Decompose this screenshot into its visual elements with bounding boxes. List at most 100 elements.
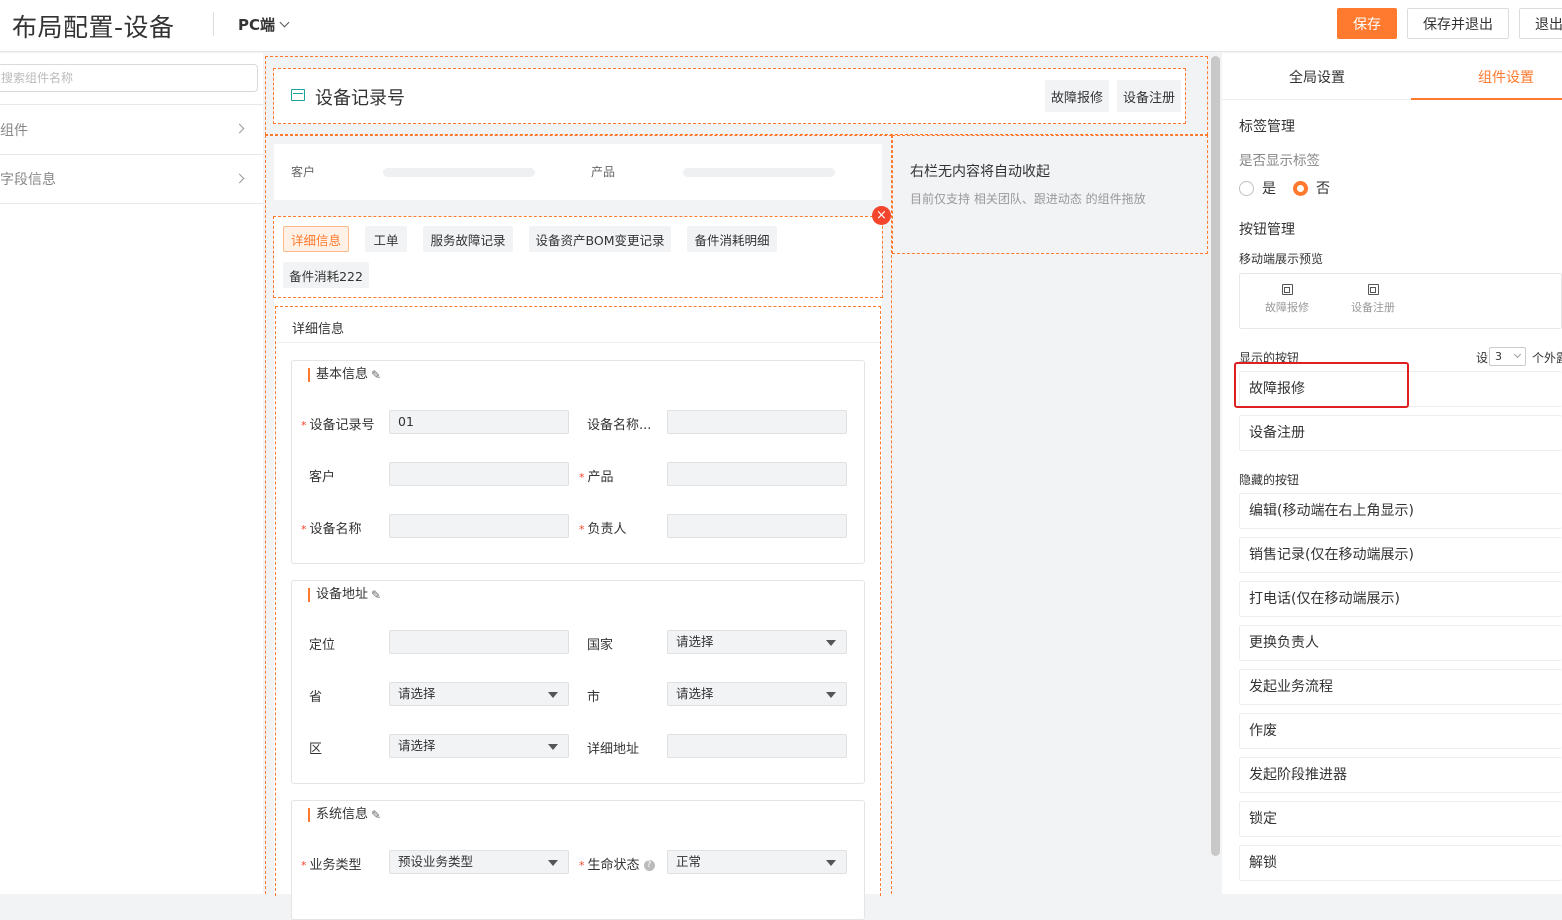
component-sidebar: 组件 字段信息 (0, 53, 263, 894)
mobile-preview-box: 故障报修 设备注册 (1239, 273, 1562, 329)
edit-icon[interactable]: ✎ (371, 808, 381, 822)
hidden-button-item[interactable]: 编辑(移动端在右上角显示) (1239, 493, 1562, 529)
dropdown-arrow-icon (826, 640, 836, 646)
business-type-select[interactable]: 预设业务类型 (389, 850, 569, 874)
tabs-component[interactable]: × 详细信息 工单 服务故障记录 设备资产BOM变更记录 备件消耗明细 备件消耗… (273, 206, 891, 920)
show-tag-question: 是否显示标签 (1239, 153, 1320, 169)
save-exit-button[interactable]: 保存并退出 (1407, 8, 1509, 39)
summary-card[interactable]: 客户 产品 (274, 144, 882, 200)
edit-icon[interactable]: ✎ (371, 368, 381, 382)
detail-label: 详细信息 (292, 322, 345, 337)
section-system-info[interactable]: 系统信息 ✎ * 业务类型 预设业务类型 * 生命状态? 正常 (291, 800, 865, 920)
external-label: 个外露 (1532, 351, 1562, 365)
section-title: 基本信息 (308, 368, 368, 382)
help-icon: ? (643, 860, 655, 871)
save-button[interactable]: 保存 (1337, 8, 1397, 39)
dropdown-arrow-icon (548, 744, 558, 750)
field-input[interactable] (389, 462, 569, 486)
life-status-select[interactable]: 正常 (667, 850, 847, 874)
button-management-heading: 按钮管理 (1239, 222, 1295, 238)
field-input[interactable] (389, 630, 569, 654)
settings-panel: 全局设置 组件设置 标签管理 是否显示标签 是 否 按钮管理 移动端展示预览 故… (1222, 53, 1562, 894)
detail-divider (276, 342, 880, 343)
summary-label-customer: 客户 (291, 165, 316, 179)
shown-button-item[interactable]: 设备注册 (1239, 415, 1562, 451)
hidden-button-item[interactable]: 销售记录(仅在移动端展示) (1239, 537, 1562, 573)
tab-parts-222[interactable]: 备件消耗222 (283, 262, 369, 288)
field-label: 定位 (309, 638, 336, 653)
sidebar-item-components[interactable]: 组件 (0, 104, 263, 154)
preview-device-register[interactable]: 设备注册 (1343, 284, 1403, 315)
tab-component-settings[interactable]: 组件设置 (1478, 67, 1534, 87)
dropdown-arrow-icon (826, 860, 836, 866)
country-select[interactable]: 请选择 (667, 630, 847, 654)
sidebar-item-fields[interactable]: 字段信息 (0, 154, 263, 204)
tab-fault-records[interactable]: 服务故障记录 (423, 226, 513, 252)
fault-report-button[interactable]: 故障报修 (1045, 80, 1109, 112)
chevron-right-icon (234, 123, 245, 134)
record-icon (291, 89, 305, 101)
section-title: 设备地址 (308, 588, 368, 602)
field-input[interactable] (667, 410, 847, 434)
chevron-right-icon (234, 173, 245, 184)
hidden-button-item[interactable]: 作废 (1239, 713, 1562, 749)
hidden-button-item[interactable]: 发起业务流程 (1239, 669, 1562, 705)
search-input[interactable] (0, 64, 258, 92)
tab-global-settings[interactable]: 全局设置 (1289, 67, 1345, 87)
field-label: 详细地址 (587, 742, 640, 757)
hidden-button-item[interactable]: 发起阶段推进器 (1239, 757, 1562, 793)
page-title: 布局配置-设备 (12, 13, 175, 42)
right-empty-title: 右栏无内容将自动收起 (910, 164, 1050, 180)
province-select[interactable]: 请选择 (389, 682, 569, 706)
chevron-down-icon (1513, 350, 1522, 359)
right-empty-subtitle: 目前仅支持 相关团队、跟进动态 的组件拖放 (910, 192, 1146, 206)
dropdown-arrow-icon (548, 692, 558, 698)
field-input[interactable] (667, 462, 847, 486)
tab-detail[interactable]: 详细信息 (283, 226, 349, 252)
radio-yes[interactable]: 是 (1239, 178, 1276, 198)
summary-value-skeleton (683, 168, 835, 177)
button-icon (1281, 284, 1293, 295)
section-title: 系统信息 (308, 808, 368, 822)
platform-dropdown[interactable]: PC端 (238, 14, 290, 35)
mobile-preview-label: 移动端展示预览 (1239, 252, 1324, 266)
field-input[interactable] (389, 514, 569, 538)
field-input[interactable] (667, 734, 847, 758)
radio-circle-checked (1293, 180, 1308, 196)
district-select[interactable]: 请选择 (389, 734, 569, 758)
hidden-button-item[interactable]: 解锁 (1239, 845, 1562, 881)
section-address[interactable]: 设备地址 ✎ 定位 国家 请选择 省 请选择 市 请选择 区 请选择 详细地址 (291, 580, 865, 784)
city-select[interactable]: 请选择 (667, 682, 847, 706)
hidden-button-item[interactable]: 更换负责人 (1239, 625, 1562, 661)
record-title: 设备记录号 (315, 88, 405, 109)
radio-no[interactable]: 否 (1293, 178, 1330, 198)
chevron-down-icon (279, 17, 290, 28)
field-input[interactable]: 01 (389, 410, 569, 434)
field-label: * 负责人 (579, 522, 627, 537)
field-label: * 业务类型 (301, 858, 362, 873)
tab-parts-consumption[interactable]: 备件消耗明细 (687, 226, 777, 252)
tab-bom-changes[interactable]: 设备资产BOM变更记录 (529, 226, 671, 252)
external-count-select[interactable]: 3 (1489, 347, 1526, 366)
canvas-scrollbar[interactable] (1211, 56, 1220, 856)
field-input[interactable] (667, 514, 847, 538)
edit-icon[interactable]: ✎ (371, 588, 381, 602)
hidden-button-item[interactable]: 打电话(仅在移动端展示) (1239, 581, 1562, 617)
field-label: * 产品 (579, 470, 614, 485)
record-header-card[interactable]: 设备记录号 故障报修 设备注册 (273, 68, 1186, 124)
tab-workorder[interactable]: 工单 (365, 226, 407, 252)
device-register-button[interactable]: 设备注册 (1117, 80, 1181, 112)
hidden-button-item[interactable]: 锁定 (1239, 801, 1562, 837)
field-label: * 设备名称 (301, 522, 362, 537)
exit-button[interactable]: 退出 (1519, 8, 1562, 39)
preview-fault-report[interactable]: 故障报修 (1257, 284, 1317, 315)
divider (213, 12, 214, 36)
shown-button-item[interactable]: 故障报修 (1239, 371, 1562, 407)
summary-value-skeleton (383, 168, 535, 177)
close-icon[interactable]: × (872, 206, 891, 225)
dropdown-arrow-icon (826, 692, 836, 698)
field-label: * 设备记录号 (301, 418, 375, 433)
active-tab-indicator (1411, 98, 1562, 100)
set-label: 设 (1476, 351, 1489, 365)
section-basic-info[interactable]: 基本信息 ✎ * 设备记录号 01 设备名称... 客户 * 产品 * 设备名称 * 负… (291, 360, 865, 564)
